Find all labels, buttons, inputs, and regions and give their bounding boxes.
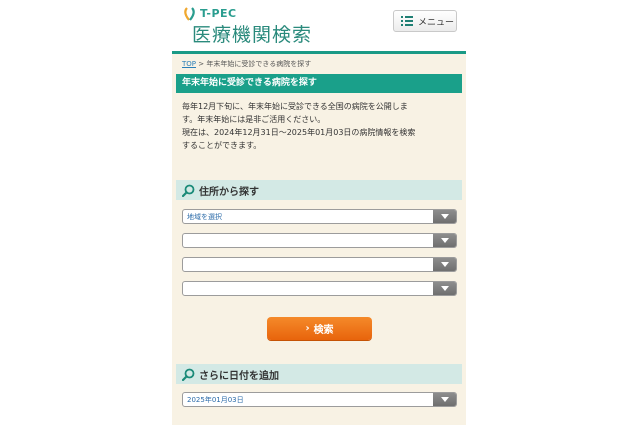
intro-line: 現在は、2024年12月31日〜2025年01月03日の病院情報を検索 <box>182 128 416 137</box>
city-select[interactable] <box>182 257 457 272</box>
chevron-down-icon <box>433 234 456 247</box>
intro-line: 毎年12月下旬に、年末年始に受診できる全国の病院を公開しま <box>182 102 408 111</box>
site-title: 医療機関検索 <box>192 24 313 46</box>
prefecture-select[interactable] <box>182 233 457 248</box>
date-select-value: 2025年01月03日 <box>187 396 244 404</box>
chevron-down-icon <box>433 393 456 406</box>
breadcrumb-home-link[interactable]: TOP <box>182 60 196 68</box>
menu-button-label: メニュー <box>418 17 455 28</box>
page: T-PEC 医療機関検索 メニュー TOP > 年末年始に受診できる病院を探す … <box>172 0 466 425</box>
main-content: TOP > 年末年始に受診できる病院を探す 年末年始に受診できる病院を探す 毎年… <box>172 54 466 425</box>
address-section-header: 住所から探す <box>176 180 462 200</box>
ribbon-logo-icon <box>184 7 195 21</box>
breadcrumb-separator: > <box>198 60 205 68</box>
chevron-right-icon: › <box>305 323 310 334</box>
intro-text: 毎年12月下旬に、年末年始に受診できる全国の病院を公開しま す。年末年始には是非… <box>182 100 462 152</box>
search-button[interactable]: › 検索 <box>267 317 372 340</box>
address-section-title: 住所から探す <box>199 186 259 198</box>
area-select[interactable] <box>182 281 457 296</box>
search-button-label: 検索 <box>313 325 334 336</box>
chevron-down-icon <box>433 258 456 271</box>
menu-button[interactable]: メニュー <box>393 10 457 32</box>
intro-line: す。年末年始には是非ご活用ください。 <box>182 115 326 124</box>
list-menu-icon <box>401 16 413 26</box>
date-section-title: さらに日付を追加 <box>199 370 279 382</box>
logo-brand-text: T-PEC <box>200 7 237 20</box>
site-header: T-PEC 医療機関検索 メニュー <box>172 0 466 51</box>
region-select[interactable]: 地域を選択 <box>182 209 457 224</box>
search-icon <box>182 184 195 197</box>
breadcrumb: TOP > 年末年始に受診できる病院を探す <box>182 59 311 69</box>
page-title: 年末年始に受診できる病院を探す <box>176 74 462 93</box>
chevron-down-icon <box>433 282 456 295</box>
region-select-value: 地域を選択 <box>187 213 222 221</box>
breadcrumb-current: 年末年始に受診できる病院を探す <box>206 60 312 68</box>
date-section-header: さらに日付を追加 <box>176 364 462 384</box>
search-icon <box>182 368 195 381</box>
date-select[interactable]: 2025年01月03日 <box>182 392 457 407</box>
intro-line: することができます。 <box>182 141 262 150</box>
chevron-down-icon <box>433 210 456 223</box>
